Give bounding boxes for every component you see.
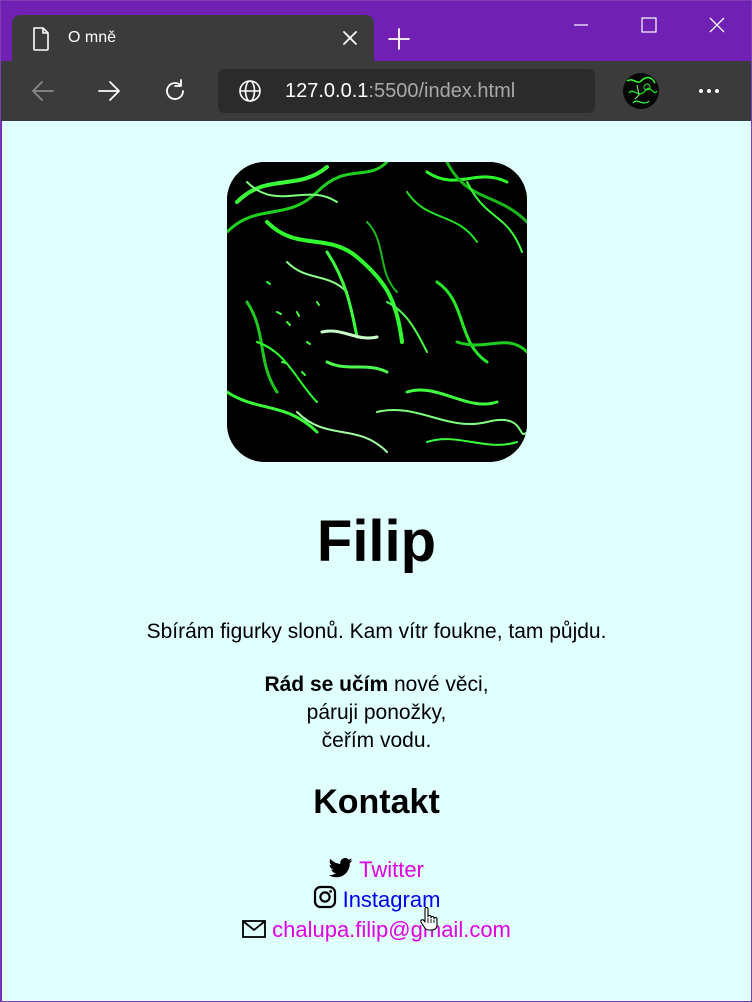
contact-instagram: Instagram [2, 885, 751, 915]
forward-arrow-icon[interactable] [95, 77, 123, 105]
profile-avatar[interactable] [623, 73, 659, 109]
contact-heading: Kontakt [313, 783, 440, 821]
address-bar[interactable]: 127.0.0.1:5500/index.html [218, 69, 595, 113]
instagram-icon [313, 885, 336, 909]
email-link[interactable]: chalupa.filip@gmail.com [272, 917, 511, 942]
page-content: Filip Sbírám figurky slonů. Kam vítr fou… [2, 121, 751, 1001]
envelope-icon [242, 920, 267, 938]
title-bar: O mně [1, 1, 751, 61]
browser-toolbar: 127.0.0.1:5500/index.html [1, 61, 751, 121]
maximize-icon[interactable] [635, 11, 663, 39]
url-path: :5500/index.html [368, 80, 516, 102]
url-text[interactable]: 127.0.0.1:5500/index.html [285, 80, 515, 102]
bio-line-1-rest: nové věci, [394, 673, 489, 696]
twitter-icon [328, 858, 353, 878]
bio: Rád se učím nové věci, páruji ponožky, č… [2, 671, 751, 755]
hand-pointer-cursor-icon [420, 907, 438, 931]
bio-line-2: páruji ponožky, [306, 701, 447, 724]
tab-o-mne[interactable]: O mně [12, 15, 374, 61]
contact-twitter: Twitter [2, 855, 751, 885]
more-icon[interactable] [695, 79, 723, 103]
close-window-icon[interactable] [703, 11, 731, 39]
page-title: Filip [316, 509, 437, 574]
new-tab-plus-icon[interactable] [387, 27, 411, 51]
browser-window: O mně 127.0.0.1:5500/index.html Filip Sb… [0, 0, 752, 1002]
profile-avatar-image [623, 73, 659, 109]
page-icon [33, 27, 49, 51]
back-arrow-icon[interactable] [29, 77, 57, 105]
tab-title: O mně [68, 29, 117, 46]
url-host: 127.0.0.1 [285, 80, 369, 102]
close-tab-icon[interactable] [340, 28, 360, 48]
globe-icon[interactable] [238, 79, 262, 103]
tagline: Sbírám figurky slonů. Kam vítr foukne, t… [146, 620, 607, 643]
minimize-icon[interactable] [567, 11, 595, 39]
profile-photo [227, 162, 527, 462]
contact-email: chalupa.filip@gmail.com [2, 915, 751, 945]
twitter-link[interactable]: Twitter [359, 857, 424, 882]
contact-list: Twitter Instagram chalupa.filip@gmail.co… [2, 855, 751, 945]
profile-photo-image [227, 162, 527, 462]
bio-line-3: čeřím vodu. [321, 729, 432, 752]
reload-icon[interactable] [161, 77, 189, 105]
bio-line-1: Rád se učím nové věci, [264, 673, 488, 696]
bio-bold: Rád se učím [264, 673, 389, 696]
